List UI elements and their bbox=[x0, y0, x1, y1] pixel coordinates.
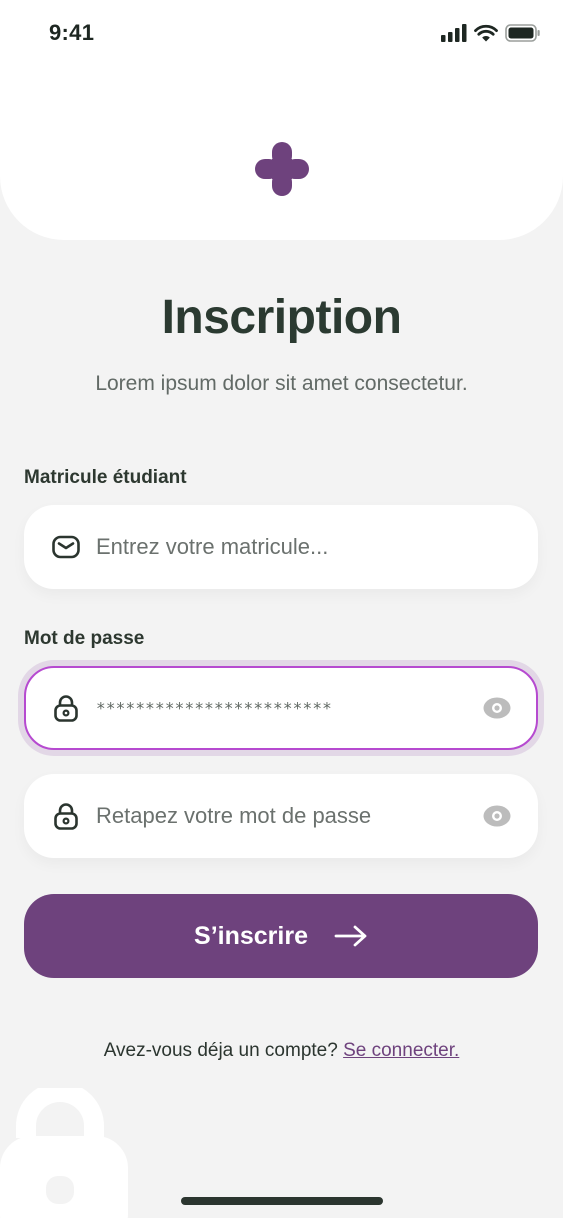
signup-button[interactable]: S’inscrire bbox=[24, 894, 538, 978]
decorative-lock-icon bbox=[0, 1088, 128, 1218]
signal-icon bbox=[441, 24, 467, 42]
status-bar: 9:41 bbox=[0, 0, 563, 70]
login-prompt: Avez-vous déja un compte? Se connecter. bbox=[0, 1040, 563, 1062]
signup-button-label: S’inscrire bbox=[194, 921, 308, 950]
wifi-icon bbox=[474, 24, 498, 42]
eye-icon[interactable] bbox=[482, 801, 512, 831]
mail-icon bbox=[52, 535, 80, 559]
matricule-label: Matricule étudiant bbox=[24, 467, 187, 488]
password-field[interactable]: ************************ bbox=[24, 666, 538, 750]
login-link[interactable]: Se connecter. bbox=[343, 1040, 459, 1061]
home-indicator bbox=[181, 1197, 383, 1205]
page-subtitle: Lorem ipsum dolor sit amet consectetur. bbox=[95, 372, 468, 395]
matricule-field[interactable]: Entrez votre matricule... bbox=[24, 505, 538, 589]
confirm-password-field[interactable]: Retapez votre mot de passe bbox=[24, 774, 538, 858]
arrow-right-icon bbox=[334, 925, 367, 947]
status-time: 9:41 bbox=[49, 20, 95, 45]
confirm-password-placeholder: Retapez votre mot de passe bbox=[96, 803, 372, 828]
status-icons bbox=[441, 24, 541, 42]
battery-icon bbox=[505, 24, 540, 42]
page-title: Inscription bbox=[161, 291, 402, 344]
password-label: Mot de passe bbox=[24, 628, 145, 649]
eye-icon[interactable] bbox=[482, 693, 512, 723]
lock-icon bbox=[54, 695, 78, 722]
flower-logo-icon bbox=[255, 142, 309, 196]
password-value: ************************ bbox=[96, 698, 332, 718]
login-prompt-text: Avez-vous déja un compte? bbox=[103, 1040, 338, 1061]
lock-icon bbox=[54, 803, 78, 830]
matricule-placeholder: Entrez votre matricule... bbox=[96, 534, 329, 559]
signup-screen: 9:41 Inscription Lorem ipsum dolor sit a… bbox=[0, 0, 563, 1218]
